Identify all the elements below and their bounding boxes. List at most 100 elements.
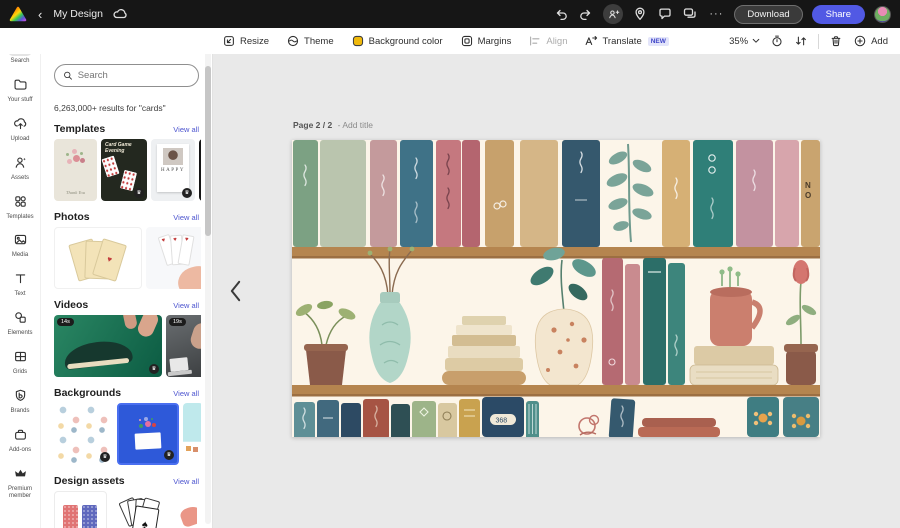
sidebar-item-elements[interactable]: Elements bbox=[0, 307, 40, 337]
add-page-button[interactable]: Add bbox=[853, 34, 888, 48]
undo-icon[interactable] bbox=[553, 6, 569, 22]
panel-scrollbar[interactable] bbox=[205, 32, 211, 524]
resize-button[interactable]: Resize bbox=[222, 34, 269, 48]
canvas-workspace[interactable]: Page 2 / 2 - Add title N O 368 bbox=[213, 54, 900, 528]
view-all-design-assets-link[interactable]: View all bbox=[173, 477, 199, 486]
chevron-left-icon bbox=[230, 280, 240, 302]
timer-icon[interactable] bbox=[770, 34, 784, 48]
previous-page-button[interactable] bbox=[225, 278, 245, 304]
sidebar-item-templates[interactable]: Templates bbox=[0, 191, 40, 221]
app-logo-icon[interactable] bbox=[9, 6, 27, 22]
flower-art bbox=[145, 421, 151, 427]
add-person-icon bbox=[609, 9, 620, 18]
view-all-templates-link[interactable]: View all bbox=[173, 125, 199, 134]
scrollbar-thumb[interactable] bbox=[205, 66, 211, 236]
template-thumbnail[interactable] bbox=[199, 139, 201, 201]
hand-art bbox=[174, 263, 201, 289]
sidebar-item-premium-member[interactable]: Premium member bbox=[0, 463, 40, 500]
search-input-wrapper bbox=[54, 64, 199, 87]
card-art bbox=[101, 155, 120, 178]
premium-crown-icon: ♛ bbox=[149, 364, 159, 374]
videos-row: 14s ♛ 19s bbox=[54, 315, 201, 377]
template-thumbnail[interactable]: Thank You bbox=[54, 139, 97, 201]
video-thumbnail[interactable]: 14s ♛ bbox=[54, 315, 162, 377]
margins-button[interactable]: Margins bbox=[460, 34, 511, 48]
search-input[interactable] bbox=[77, 70, 190, 81]
translate-button[interactable]: Translate NEW bbox=[584, 34, 669, 48]
page-label: Page 2 / 2 - Add title bbox=[293, 120, 374, 130]
svg-text:N: N bbox=[805, 181, 811, 190]
spade-pip-icon: ♠ bbox=[141, 518, 149, 528]
photo-thumbnail[interactable]: ♥ bbox=[54, 227, 142, 289]
avatar[interactable] bbox=[874, 5, 891, 23]
background-thumbnail[interactable] bbox=[183, 403, 201, 465]
translate-icon bbox=[586, 36, 598, 46]
folder-icon bbox=[14, 79, 26, 90]
bookshelf-artwork: N O 368 bbox=[292, 140, 820, 437]
shield-icon bbox=[15, 389, 25, 401]
hand-art bbox=[122, 315, 138, 331]
back-chevron-icon[interactable]: ‹ bbox=[36, 8, 44, 21]
background-color-button[interactable]: Background color bbox=[351, 34, 443, 48]
share-button[interactable]: Share bbox=[811, 4, 865, 24]
delete-page-icon[interactable] bbox=[829, 34, 843, 48]
sidebar-item-text[interactable]: Text bbox=[0, 268, 40, 298]
background-thumbnail[interactable]: ♛ bbox=[54, 403, 113, 465]
location-pin-icon[interactable] bbox=[632, 6, 648, 22]
background-thumbnail-selected[interactable]: ♛ bbox=[117, 403, 179, 465]
ace-of-spades-art: ♠ bbox=[130, 505, 160, 528]
sidebar-item-your-stuff[interactable]: Your stuff bbox=[0, 74, 40, 104]
template-thumbnail[interactable]: Card Game Evening ♛ bbox=[101, 139, 147, 201]
premium-crown-icon: ♛ bbox=[164, 450, 174, 460]
sidebar-item-add-ons[interactable]: Add-ons bbox=[0, 424, 40, 454]
design-asset-thumbnail[interactable]: ♠ bbox=[111, 491, 173, 528]
search-icon bbox=[64, 71, 72, 80]
download-button[interactable]: Download bbox=[734, 4, 803, 24]
resize-icon bbox=[224, 36, 234, 46]
invite-people-button[interactable] bbox=[603, 4, 624, 24]
upload-cloud-icon bbox=[13, 118, 26, 129]
document-title[interactable]: My Design bbox=[53, 8, 103, 20]
sidebar-item-grids[interactable]: Grids bbox=[0, 346, 40, 376]
grid-icon bbox=[14, 351, 26, 362]
design-asset-thumbnail[interactable]: ♛ bbox=[54, 491, 107, 528]
cloud-sync-icon[interactable] bbox=[112, 6, 128, 22]
background-color-swatch-icon bbox=[352, 35, 363, 47]
photo-icon bbox=[14, 235, 26, 245]
crown-icon bbox=[14, 469, 26, 477]
comment-icon[interactable] bbox=[657, 6, 673, 22]
photo-thumbnail[interactable]: ♥ ♥ ♥ bbox=[146, 227, 201, 289]
view-all-videos-link[interactable]: View all bbox=[173, 301, 199, 310]
sidebar-item-upload[interactable]: Upload bbox=[0, 113, 40, 143]
sidebar-item-assets[interactable]: Assets bbox=[0, 152, 40, 182]
theme-button[interactable]: Theme bbox=[286, 34, 334, 48]
view-all-backgrounds-link[interactable]: View all bbox=[173, 389, 199, 398]
view-all-photos-link[interactable]: View all bbox=[173, 213, 199, 222]
photos-row: ♥ ♥ ♥ ♥ bbox=[54, 227, 201, 289]
text-icon bbox=[15, 274, 25, 284]
card-spread-art bbox=[62, 337, 134, 371]
sidebar-item-brands[interactable]: Brands bbox=[0, 385, 40, 415]
zoom-level-dropdown[interactable]: 35% bbox=[729, 36, 760, 47]
reorder-pages-icon[interactable] bbox=[794, 34, 808, 48]
laptop-art bbox=[169, 357, 189, 372]
section-title-design-assets: Design assets bbox=[54, 475, 125, 487]
more-options-icon[interactable]: ··· bbox=[707, 8, 725, 20]
chat-threads-icon[interactable] bbox=[682, 6, 698, 22]
redo-icon[interactable] bbox=[578, 6, 594, 22]
search-panel: Search ✕ 6,263,000+ results for "cards" … bbox=[40, 28, 213, 528]
canvas-page[interactable]: N O 368 bbox=[292, 140, 820, 437]
sidebar-item-media[interactable]: Media bbox=[0, 229, 40, 259]
margins-icon bbox=[461, 35, 472, 47]
card-art: HAPPY bbox=[157, 144, 189, 192]
align-button[interactable]: Align bbox=[528, 34, 567, 48]
video-thumbnail[interactable]: 19s bbox=[166, 315, 201, 377]
results-count: 6,263,000+ results for "cards" bbox=[54, 103, 166, 113]
design-assets-row: ♛ ♠ bbox=[54, 491, 201, 528]
template-thumbnail[interactable]: HAPPY ♛ bbox=[151, 139, 195, 201]
templates-row: Thank You Card Game Evening ♛ HAPPY ♛ bbox=[54, 139, 201, 201]
add-circle-icon bbox=[854, 35, 866, 47]
design-asset-thumbnail[interactable] bbox=[177, 491, 197, 528]
hand-art bbox=[135, 315, 161, 340]
shapes-icon bbox=[14, 312, 26, 323]
